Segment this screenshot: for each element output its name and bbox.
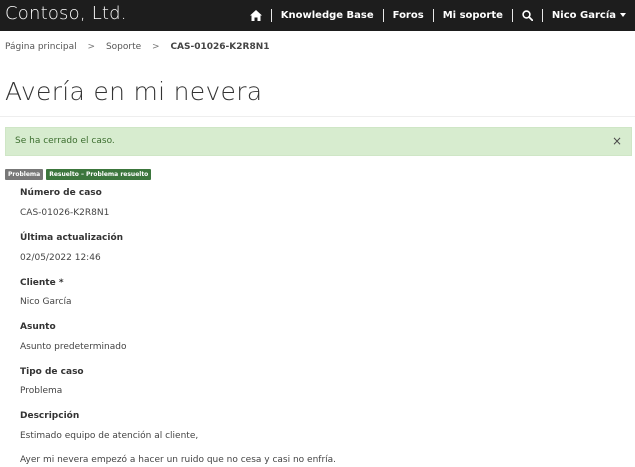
- nav-home[interactable]: [241, 9, 271, 22]
- field-value-case-number: CAS-01026-K2R8N1: [20, 208, 110, 218]
- nav-separator: [270, 9, 272, 22]
- caret-down-icon: [620, 13, 626, 17]
- page-title: Avería en mi nevera: [5, 77, 263, 106]
- nav-mi-soporte[interactable]: Mi soporte: [434, 10, 512, 21]
- breadcrumb-separator: >: [87, 42, 96, 52]
- nav-separator: [541, 9, 543, 22]
- badge-case-type: Problema: [5, 169, 44, 180]
- title-divider: [0, 116, 635, 117]
- search-icon: [522, 10, 533, 21]
- nav-knowledge-base[interactable]: Knowledge Base: [272, 10, 383, 21]
- brand-logo[interactable]: Contoso, Ltd.: [5, 2, 127, 26]
- case-badges: Problema Resuelto – Problema resuelto: [5, 169, 152, 180]
- close-icon[interactable]: ×: [612, 134, 622, 148]
- home-icon: [249, 9, 262, 21]
- nav-separator: [382, 9, 384, 22]
- main-nav: Knowledge Base Foros Mi soporte Nico Gar…: [241, 0, 635, 31]
- breadcrumb-home[interactable]: Página principal: [5, 42, 77, 52]
- nav-separator: [511, 9, 513, 22]
- field-label-subject: Asunto: [20, 322, 56, 332]
- field-value-subject: Asunto predeterminado: [20, 342, 127, 352]
- top-navbar: Contoso, Ltd. Knowledge Base Foros Mi so…: [0, 0, 635, 31]
- field-value-customer: Nico García: [20, 297, 72, 307]
- nav-separator: [432, 9, 434, 22]
- nav-search[interactable]: [513, 10, 542, 22]
- field-label-case-type: Tipo de caso: [20, 367, 84, 377]
- badge-case-status: Resuelto – Problema resuelto: [46, 169, 152, 180]
- breadcrumb-soporte[interactable]: Soporte: [106, 42, 141, 52]
- field-label-customer: Cliente *: [20, 278, 64, 288]
- breadcrumb-separator: >: [152, 42, 160, 52]
- nav-foros[interactable]: Foros: [384, 10, 433, 21]
- success-alert: Se ha cerrado el caso. ×: [5, 127, 632, 156]
- field-value-last-updated: 02/05/2022 12:46: [20, 253, 101, 263]
- breadcrumb: Página principal > Soporte > CAS-01026-K…: [5, 42, 270, 52]
- field-value-case-type: Problema: [20, 386, 63, 396]
- alert-message: Se ha cerrado el caso.: [15, 136, 115, 146]
- field-label-last-updated: Última actualización: [20, 233, 124, 243]
- user-menu[interactable]: Nico García: [543, 10, 635, 21]
- field-label-description: Descripción: [20, 411, 80, 421]
- breadcrumb-current: CAS-01026-K2R8N1: [170, 42, 270, 52]
- field-label-case-number: Número de caso: [20, 188, 102, 198]
- field-value-description-line2: Ayer mi nevera empezó a hacer un ruido q…: [20, 455, 337, 465]
- user-name: Nico García: [551, 10, 616, 21]
- field-value-description: Estimado equipo de atención al cliente,: [20, 431, 199, 441]
